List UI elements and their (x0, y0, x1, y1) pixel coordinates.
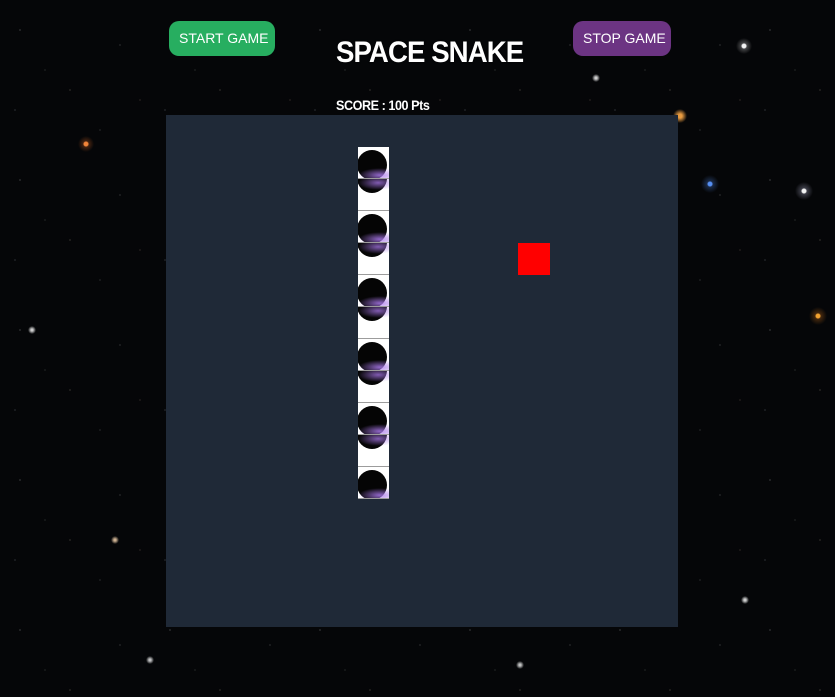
food-pellet (518, 243, 550, 275)
snake-head (358, 147, 389, 179)
score-value: 100 (388, 97, 409, 113)
start-game-button[interactable]: START GAME (169, 21, 275, 56)
snake-segment (358, 403, 389, 435)
game-board[interactable] (166, 115, 678, 627)
snake-segment (358, 339, 389, 371)
snake-segment (358, 371, 389, 403)
snake-segment (358, 211, 389, 243)
snake-segment (358, 467, 389, 499)
score-label: SCORE : (336, 97, 386, 113)
score-display: SCORE : 100 Pts (336, 97, 430, 113)
snake-segment (358, 435, 389, 467)
game-title: SPACE SNAKE (336, 36, 524, 69)
snake-segment (358, 243, 389, 275)
stop-game-button[interactable]: STOP GAME (573, 21, 671, 56)
snake-segment (358, 307, 389, 339)
snake-segment (358, 179, 389, 211)
snake-segment (358, 275, 389, 307)
score-unit: Pts (411, 97, 430, 113)
